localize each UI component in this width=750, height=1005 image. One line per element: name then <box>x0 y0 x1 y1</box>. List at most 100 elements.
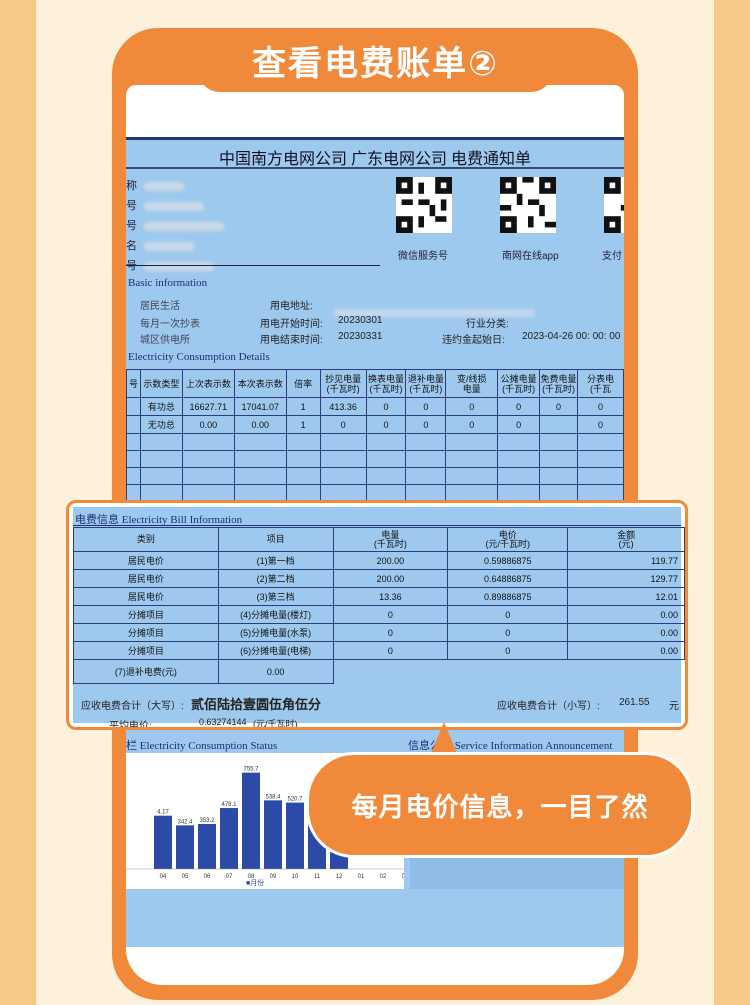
cell: 0 <box>445 397 499 416</box>
user-type: 居民生活 <box>140 301 180 312</box>
cell: 0 <box>445 415 499 434</box>
table-header-row: 类别 项目 电量 (千瓦时) 电价 (元/千瓦时) 金额 (元) <box>73 527 685 552</box>
penalty-label: 违约金起始日: <box>442 335 505 346</box>
table-row: 有功总 16627.71 17041.07 1 413.36 0 0 0 0 0 0 <box>126 397 624 416</box>
table-row-refund: (7)退补电费(元) 0.00 <box>73 659 685 684</box>
table-row: 居民电价 (1)第一档 200.00 0.59886875 119.77 <box>73 551 685 570</box>
cell: 0.00 <box>181 415 235 434</box>
chart-tick-label: 11 <box>314 874 321 880</box>
cell: (1)第一档 <box>217 551 334 570</box>
chart-tick-label: 09 <box>270 874 277 880</box>
chart-tick-label: 02 <box>380 874 387 880</box>
cell: 0 <box>447 641 569 660</box>
col-header: 换表电量 (千瓦时) <box>365 369 407 398</box>
address-label: 用电地址: <box>270 301 313 312</box>
total-upper-value: 贰佰陆拾壹圆伍角伍分 <box>191 697 322 712</box>
col-header: 号 <box>126 369 141 398</box>
col-header: 抄见电量 (千瓦时) <box>319 369 367 398</box>
status-prefix: 栏 <box>126 740 137 752</box>
cell: 0.59886875 <box>447 551 569 570</box>
info-label: 名 <box>126 240 137 252</box>
qr-label-app: 南网在线app <box>502 251 559 262</box>
cell: 0 <box>332 623 449 642</box>
chart-legend: ■月份 <box>246 878 264 887</box>
cell: 119.77 <box>567 551 685 570</box>
cell: 0 <box>497 415 541 434</box>
qr-code-app[interactable] <box>500 177 556 233</box>
cell: 居民电价 <box>73 587 219 606</box>
page-title: 查看电费账单② <box>198 28 553 92</box>
info-line: 名 <box>126 237 386 257</box>
cell: 0 <box>497 397 541 416</box>
chart-data-label: 520.7 <box>287 797 303 803</box>
cell: (6)分摊电量(电梯) <box>217 641 334 660</box>
cell: 0.00 <box>567 605 685 624</box>
chart-tick-label: 04 <box>160 874 167 880</box>
bubble-tail <box>430 722 458 756</box>
cell: 0.64886875 <box>447 569 569 588</box>
cell: 0 <box>365 415 407 434</box>
chart-tick-label: 12 <box>336 874 343 880</box>
chart-data-label: 755.7 <box>243 767 259 773</box>
chart-bar <box>220 808 238 869</box>
bill-top-line <box>126 137 624 140</box>
info-label: 号 <box>126 200 137 212</box>
total-lower-label: 应收电费合计（小写）: <box>497 701 600 712</box>
col-header: 倍率 <box>285 369 321 398</box>
info-label: 称 <box>126 180 137 192</box>
qr-code-pay[interactable] <box>604 177 624 233</box>
col-header: 电价 (元/千瓦时) <box>447 527 569 552</box>
cell: 分摊项目 <box>73 641 219 660</box>
notice-label-en: Service Information Announcement <box>454 740 613 752</box>
chart-data-label: 342.4 <box>177 819 193 825</box>
total-unit: 元 <box>669 701 679 712</box>
consumption-details-table: 号 示数类型 上次表示数 本次表示数 倍率 抄见电量 (千瓦时) 换表电量 (千瓦时… <box>126 369 624 502</box>
avg-price-value: 0.63274144 <box>199 717 247 727</box>
start-value: 20230301 <box>338 315 383 326</box>
refund-label: (7)退补电费(元) <box>73 659 219 684</box>
chart-tick-label: 10 <box>292 874 299 880</box>
info-line: 号 <box>126 217 386 237</box>
info-line: 号 <box>126 257 386 277</box>
table-row-empty <box>126 467 624 485</box>
info-label: 号 <box>126 220 137 232</box>
table-row: 无功总 0.00 0.00 1 0 0 0 0 0 0 <box>126 415 624 434</box>
cell: 0.00 <box>233 415 287 434</box>
cell: (3)第三档 <box>217 587 334 606</box>
cell: 17041.07 <box>233 397 287 416</box>
avg-price-label: 平均电价: <box>109 721 152 730</box>
supply-office: 城区供电所 <box>140 335 190 346</box>
bill-info-table: 类别 项目 电量 (千瓦时) 电价 (元/千瓦时) 金额 (元) 居民电价 (1)第一档… <box>73 527 685 684</box>
cell: 0 <box>405 397 447 416</box>
table-row-empty <box>126 433 624 451</box>
cell: 0 <box>447 623 569 642</box>
qr-code-wechat[interactable] <box>396 177 452 233</box>
status-label-en: Electricity Consumption Status <box>139 740 278 752</box>
table-row: 居民电价 (2)第二档 200.00 0.64886875 129.77 <box>73 569 685 588</box>
bill-title: 中国南方电网公司 广东电网公司 电费通知单 <box>218 151 531 168</box>
cell: 居民电价 <box>73 569 219 588</box>
cell: 16627.71 <box>181 397 235 416</box>
chart-bar <box>286 802 304 869</box>
info-label: 号 <box>126 260 137 272</box>
total-upper-label: 应收电费合计（大写）: <box>81 701 184 712</box>
bill-info-card: 电费信息 Electricity Bill Information 类别 项目 … <box>66 500 688 730</box>
qr-label-wechat: 微信服务号 <box>398 251 448 262</box>
cell: 居民电价 <box>73 551 219 570</box>
cell <box>126 415 141 434</box>
industry-label: 行业分类: <box>466 319 509 330</box>
col-header: 电量 (千瓦时) <box>332 527 449 552</box>
chart-tick-label: 06 <box>204 874 211 880</box>
col-header: 退补电量 (千瓦时) <box>405 369 447 398</box>
chart-tick-label: 01 <box>358 874 365 880</box>
qr-label-pay: 支付 <box>602 251 622 262</box>
cell: 129.77 <box>567 569 685 588</box>
start-label: 用电开始时间: <box>260 319 323 330</box>
col-header: 分表电 (千瓦 <box>577 369 624 398</box>
chart-bar <box>154 815 172 869</box>
refund-value: 0.00 <box>217 659 334 684</box>
read-cycle: 每月一次抄表 <box>140 319 200 330</box>
cell: 0 <box>365 397 407 416</box>
empty-cell <box>332 659 685 684</box>
consumption-status-label: 栏 Electricity Consumption Status <box>126 737 277 753</box>
